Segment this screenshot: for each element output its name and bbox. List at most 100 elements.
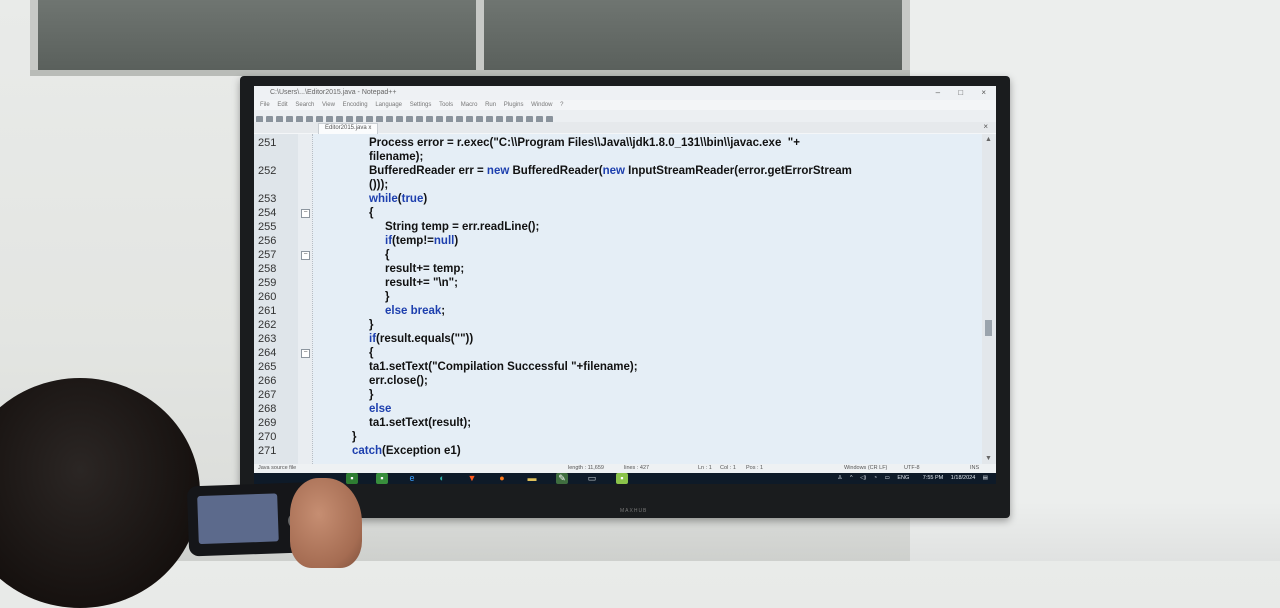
code-token: result+=: [385, 277, 433, 289]
brave-icon[interactable]: ▼: [466, 473, 478, 484]
code-line[interactable]: ta1.setText(result);: [314, 416, 996, 430]
code-line[interactable]: String temp = err.readLine();: [314, 220, 996, 234]
people-icon[interactable]: ♙: [838, 475, 843, 481]
code-token: "Compilation Successful ": [432, 361, 577, 373]
code-line[interactable]: catch(Exception e1): [314, 444, 996, 458]
terminal-icon[interactable]: ▭: [586, 473, 598, 484]
code-token: "C:\\Program Files\\Java\\jdk1.8.0_131\\…: [493, 137, 800, 149]
code-line[interactable]: }: [314, 290, 996, 304]
code-token: ()));: [369, 179, 389, 191]
firefox-icon[interactable]: ●: [496, 473, 508, 484]
code-line[interactable]: filename);: [314, 150, 996, 164]
menu-language[interactable]: Language: [375, 102, 402, 108]
app-icon[interactable]: ▪: [616, 473, 628, 484]
notification-icon[interactable]: ▤: [983, 475, 988, 481]
tab-editor2015[interactable]: Editor2015.java x: [318, 123, 379, 134]
code-token: )): [465, 333, 474, 345]
app-icon[interactable]: ▪: [376, 473, 388, 484]
code-line[interactable]: else break;: [314, 304, 996, 318]
keyword-token: catch: [352, 445, 383, 457]
menu-view[interactable]: View: [322, 102, 335, 108]
code-line[interactable]: result+= "\n";: [314, 276, 996, 290]
chevron-up-icon[interactable]: ^: [850, 475, 853, 481]
code-area[interactable]: Process error = r.exec("C:\\Program File…: [314, 134, 982, 464]
menu-run[interactable]: Run: [485, 102, 496, 108]
fold-toggle-icon[interactable]: −: [301, 251, 310, 260]
code-line[interactable]: }: [314, 318, 996, 332]
code-line[interactable]: {: [314, 248, 996, 262]
code-token: BufferedReader err =: [369, 165, 487, 177]
line-number: 253: [258, 193, 277, 205]
menu-encoding[interactable]: Encoding: [343, 102, 368, 108]
menu-plugins[interactable]: Plugins: [504, 102, 524, 108]
code-token: {: [369, 347, 374, 359]
scroll-up-icon[interactable]: ▲: [985, 136, 992, 143]
keyword-token: if: [385, 235, 393, 247]
code-line[interactable]: if(temp!=null): [314, 234, 996, 248]
scrollbar-thumb[interactable]: [985, 320, 992, 336]
tab-close-icon[interactable]: x: [368, 125, 371, 131]
code-line[interactable]: }: [314, 388, 996, 402]
code-editor[interactable]: 251 252 253 254 255 256 257 258 259 260 261 262 263 2…: [254, 134, 996, 464]
code-line[interactable]: }: [314, 430, 996, 444]
fold-margin[interactable]: − − −: [298, 134, 313, 464]
line-number: 254: [258, 207, 277, 219]
code-line[interactable]: err.close();: [314, 374, 996, 388]
clock-time: 7:55 PM: [922, 475, 944, 481]
menu-edit[interactable]: Edit: [277, 102, 287, 108]
code-line[interactable]: Process error = r.exec("C:\\Program File…: [314, 136, 996, 150]
window-frame: [902, 0, 910, 70]
code-token: ta1.setText(result);: [369, 417, 472, 429]
menu-file[interactable]: File: [260, 102, 270, 108]
toolbar: [254, 110, 996, 123]
keyword-token: if: [369, 333, 377, 345]
close-button[interactable]: ×: [981, 88, 986, 97]
fold-toggle-icon[interactable]: −: [301, 349, 310, 358]
clock[interactable]: 7:55 PM 1/18/2024: [917, 475, 975, 481]
code-line[interactable]: {: [314, 206, 996, 220]
scroll-down-icon[interactable]: ▼: [985, 455, 992, 462]
notepad-plus-plus-icon[interactable]: ✎: [556, 473, 568, 484]
language-indicator[interactable]: ENG: [897, 475, 909, 481]
code-line[interactable]: ()));: [314, 178, 996, 192]
code-line[interactable]: {: [314, 346, 996, 360]
minimize-button[interactable]: –: [936, 88, 940, 97]
app-icon[interactable]: ▪: [346, 473, 358, 484]
menu-window[interactable]: Window: [531, 102, 552, 108]
file-explorer-icon[interactable]: ▬: [526, 473, 538, 484]
clock-date: 1/18/2024: [950, 475, 976, 481]
code-line[interactable]: else: [314, 402, 996, 416]
tv-display: C:\Users\...\Editor2015.java - Notepad++…: [240, 76, 1010, 518]
code-line[interactable]: if(result.equals("")): [314, 332, 996, 346]
edge-icon[interactable]: ◐: [436, 473, 448, 484]
code-token: InputStreamReader(error.getErrorStream: [624, 165, 852, 177]
code-token: "\n": [432, 277, 455, 289]
code-line[interactable]: while(true): [314, 192, 996, 206]
status-eol: Windows (CR LF): [844, 465, 888, 471]
line-number: 251: [258, 137, 277, 149]
maximize-button[interactable]: □: [958, 88, 963, 97]
network-icon[interactable]: ◔: [874, 475, 877, 481]
code-line[interactable]: result+= temp;: [314, 262, 996, 276]
close-document-icon[interactable]: ×: [983, 122, 988, 131]
menu-macro[interactable]: Macro: [461, 102, 478, 108]
vertical-scrollbar[interactable]: ▲ ▼: [982, 134, 996, 464]
menu-search[interactable]: Search: [295, 102, 314, 108]
menu-tools[interactable]: Tools: [439, 102, 453, 108]
menu-settings[interactable]: Settings: [410, 102, 432, 108]
line-number: 260: [258, 291, 277, 303]
code-token: BufferedReader(: [509, 165, 603, 177]
menu-help[interactable]: ?: [560, 102, 563, 108]
status-ln: Ln : 1: [698, 465, 712, 471]
volume-icon[interactable]: ◁): [860, 475, 866, 481]
line-number: 264: [258, 347, 277, 359]
code-token: }: [385, 291, 390, 303]
keyword-token: new: [486, 165, 510, 177]
code-line[interactable]: ta1.setText("Compilation Successful "+fi…: [314, 360, 996, 374]
code-line[interactable]: BufferedReader err = new BufferedReader(…: [314, 164, 996, 178]
wall-window: [30, 0, 910, 76]
fold-toggle-icon[interactable]: −: [301, 209, 310, 218]
internet-explorer-icon[interactable]: e: [406, 473, 418, 484]
line-number: 269: [258, 417, 277, 429]
keyboard-icon[interactable]: ▭: [885, 475, 890, 481]
